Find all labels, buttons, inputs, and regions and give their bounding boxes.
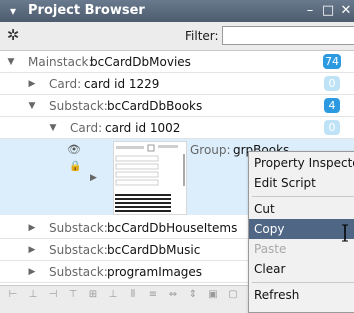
tree-row-mainstack[interactable]: ▼ Mainstack: bcCardDbMovies 74 bbox=[0, 51, 354, 73]
expand-triangle-icon[interactable]: ▶ bbox=[90, 173, 97, 183]
row-kind: Substack: bbox=[49, 221, 108, 235]
row-kind: Substack: bbox=[49, 243, 108, 257]
menu-item-refresh[interactable]: Refresh bbox=[249, 285, 354, 305]
text-cursor-icon bbox=[342, 224, 348, 242]
gear-icon[interactable]: ✲ bbox=[5, 27, 21, 43]
toolbar: ✲ Filter: bbox=[0, 22, 354, 51]
group-icon[interactable]: ▣ bbox=[206, 288, 220, 301]
expand-triangle-icon[interactable]: ▶ bbox=[26, 221, 38, 235]
row-name: bcCardDbHouseItems bbox=[107, 221, 238, 235]
align-left-icon[interactable]: ⊢ bbox=[6, 288, 20, 301]
same-height-icon[interactable]: ⇕ bbox=[186, 288, 200, 301]
filter-label: Filter: bbox=[185, 29, 219, 43]
distribute-horizontal-icon[interactable]: ⫴ bbox=[126, 288, 140, 301]
window-title: Project Browser bbox=[28, 3, 145, 18]
count-badge: 74 bbox=[323, 54, 341, 69]
row-name: card id 1229 bbox=[84, 77, 160, 91]
align-center-icon[interactable]: ⊥ bbox=[26, 288, 40, 301]
context-menu: Property Inspector Edit Script Cut Copy … bbox=[248, 151, 354, 313]
maximize-icon[interactable]: □ bbox=[320, 3, 336, 19]
row-kind: Substack: bbox=[49, 265, 108, 279]
expand-triangle-icon[interactable]: ▶ bbox=[26, 243, 38, 257]
count-badge: 0 bbox=[324, 120, 340, 135]
row-name: bcCardDbMusic bbox=[107, 243, 201, 257]
menu-item-copy[interactable]: Copy bbox=[249, 219, 354, 239]
menu-separator bbox=[252, 196, 354, 197]
row-kind: Card: bbox=[70, 121, 103, 135]
lock-icon[interactable]: 🔒 bbox=[69, 161, 81, 172]
filter-input[interactable] bbox=[222, 26, 354, 45]
group-preview-image bbox=[115, 144, 185, 212]
row-kind: Card: bbox=[49, 77, 82, 91]
expand-triangle-icon[interactable]: ▶ bbox=[26, 265, 38, 279]
menu-item-edit-script[interactable]: Edit Script bbox=[249, 173, 354, 193]
menu-separator bbox=[252, 282, 354, 283]
row-name: programImages bbox=[107, 265, 203, 279]
title-bar: ▾ Project Browser – □ ✕ bbox=[0, 0, 354, 22]
menu-item-paste[interactable]: Paste bbox=[249, 239, 354, 259]
ungroup-icon[interactable]: ▢ bbox=[226, 288, 240, 301]
collapse-triangle-icon[interactable]: ▼ bbox=[47, 121, 59, 135]
tree-row-card[interactable]: ▶ Card: card id 1229 0 bbox=[0, 73, 354, 95]
collapse-triangle-icon[interactable]: ▼ bbox=[26, 99, 38, 113]
row-kind: Mainstack: bbox=[28, 55, 93, 69]
window-menu-icon[interactable]: ▾ bbox=[5, 3, 21, 19]
same-width-icon[interactable]: ⇔ bbox=[166, 288, 180, 301]
row-name: bcCardDbMovies bbox=[90, 55, 191, 69]
menu-item-clear[interactable]: Clear bbox=[249, 259, 354, 279]
align-right-icon[interactable]: ⊣ bbox=[46, 288, 60, 301]
row-kind: Group: bbox=[190, 143, 231, 157]
tree-row-substack[interactable]: ▼ Substack: bcCardDbBooks 4 bbox=[0, 95, 354, 117]
menu-item-cut[interactable]: Cut bbox=[249, 199, 354, 219]
count-badge: 4 bbox=[324, 98, 340, 113]
minimize-icon[interactable]: – bbox=[302, 3, 318, 19]
count-badge: 0 bbox=[324, 76, 340, 91]
distribute-vertical-icon[interactable]: ≡ bbox=[146, 288, 160, 301]
close-icon[interactable]: ✕ bbox=[338, 3, 354, 19]
group-thumbnail bbox=[113, 141, 187, 215]
collapse-triangle-icon[interactable]: ▼ bbox=[5, 55, 17, 69]
align-top-icon[interactable]: ⊤ bbox=[66, 288, 80, 301]
visibility-eye-icon[interactable]: 👁 bbox=[67, 143, 81, 156]
row-name: card id 1002 bbox=[105, 121, 181, 135]
row-name: bcCardDbBooks bbox=[107, 99, 203, 113]
tree-row-card[interactable]: ▼ Card: card id 1002 0 bbox=[0, 117, 354, 139]
row-kind: Substack: bbox=[49, 99, 108, 113]
menu-item-property-inspector[interactable]: Property Inspector bbox=[249, 153, 354, 173]
align-middle-icon[interactable]: ⊞ bbox=[86, 288, 100, 301]
align-bottom-icon[interactable]: ⊥ bbox=[106, 288, 120, 301]
expand-triangle-icon[interactable]: ▶ bbox=[26, 77, 38, 91]
